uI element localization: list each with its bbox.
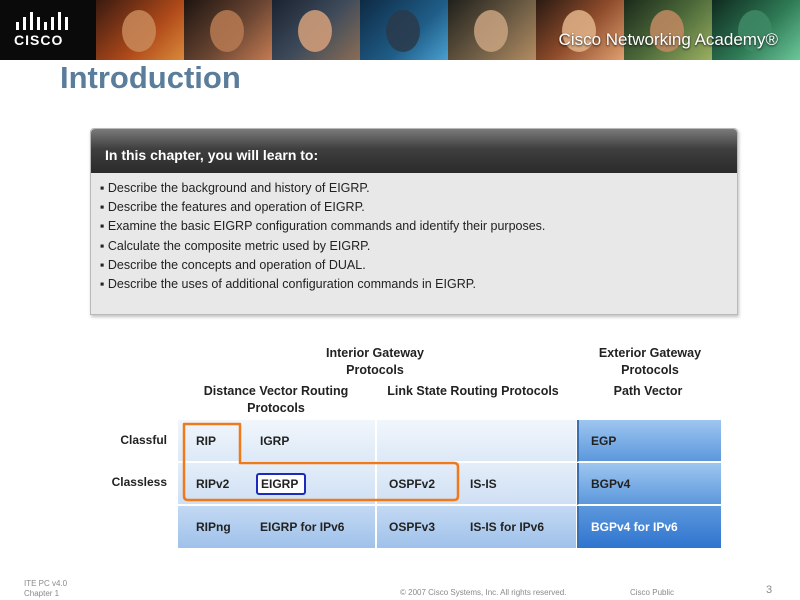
protocol-is-is: IS-IS xyxy=(470,477,497,491)
footer-copyright: © 2007 Cisco Systems, Inc. All rights re… xyxy=(400,588,567,597)
objective-item: ▪ Describe the uses of additional config… xyxy=(100,276,476,291)
protocol-bgpv4-ipv6: BGPv4 for IPv6 xyxy=(591,520,678,534)
protocol-igrp: IGRP xyxy=(260,434,290,448)
protocol-rip: RIP xyxy=(196,434,217,448)
path-vector-header: Path Vector xyxy=(613,384,683,398)
objective-item: ▪ Describe the background and history of… xyxy=(100,181,370,195)
classless-highlight-outline xyxy=(182,422,460,502)
cisco-wordmark: CISCO xyxy=(14,32,64,48)
protocol-ospfv3: OSPFv3 xyxy=(389,520,436,534)
objective-item: ▪ Calculate the composite metric used by… xyxy=(100,238,371,253)
footer-course: ITE PC v4.0 xyxy=(24,579,68,588)
protocol-ripv2: RIPv2 xyxy=(196,477,230,491)
networking-academy-label: Cisco Networking Academy® xyxy=(558,30,778,49)
link-state-header: Link State Routing Protocols xyxy=(387,384,559,398)
objective-item: ▪ Describe the concepts and operation of… xyxy=(100,257,366,272)
protocol-ripng: RIPng xyxy=(196,520,231,534)
protocol-egp: EGP xyxy=(591,434,617,448)
protocol-eigrp-ipv6: EIGRP for IPv6 xyxy=(260,520,345,534)
row-label-classful: Classful xyxy=(120,433,167,447)
objectives-heading: In this chapter, you will learn to: xyxy=(91,129,737,173)
page-number: 3 xyxy=(766,584,773,596)
objectives-list: ▪ Describe the background and history of… xyxy=(91,173,737,294)
egp-header: Exterior Gateway Protocols xyxy=(598,346,702,377)
protocol-eigrp: EIGRP xyxy=(261,477,299,491)
row-label-classless: Classless xyxy=(111,475,167,489)
cisco-logo: CISCO xyxy=(0,0,96,60)
protocol-ospfv2: OSPFv2 xyxy=(389,477,436,491)
footer-classification: Cisco Public xyxy=(630,588,675,597)
protocol-bgpv4: BGPv4 xyxy=(591,477,631,491)
objective-item: ▪ Examine the basic EIGRP configuration … xyxy=(100,219,546,234)
objective-item: ▪ Describe the features and operation of… xyxy=(100,200,365,215)
footer-chapter: Chapter 1 xyxy=(24,589,60,598)
igp-header: Interior Gateway Protocols xyxy=(326,346,424,377)
slide-title: Introduction xyxy=(60,60,241,95)
cisco-bridge-icon xyxy=(16,12,68,30)
header-banner: CISCO Cisco Networking Academy® xyxy=(0,0,800,60)
distance-vector-header: Distance Vector Routing Protocols xyxy=(203,384,349,415)
objectives-panel: In this chapter, you will learn to: ▪ De… xyxy=(90,128,738,315)
protocol-is-is-ipv6: IS-IS for IPv6 xyxy=(470,520,545,534)
routing-protocol-table: RIP IGRP EGP RIPv2 EIGRP OSPFv2 IS-IS BG… xyxy=(178,420,721,548)
